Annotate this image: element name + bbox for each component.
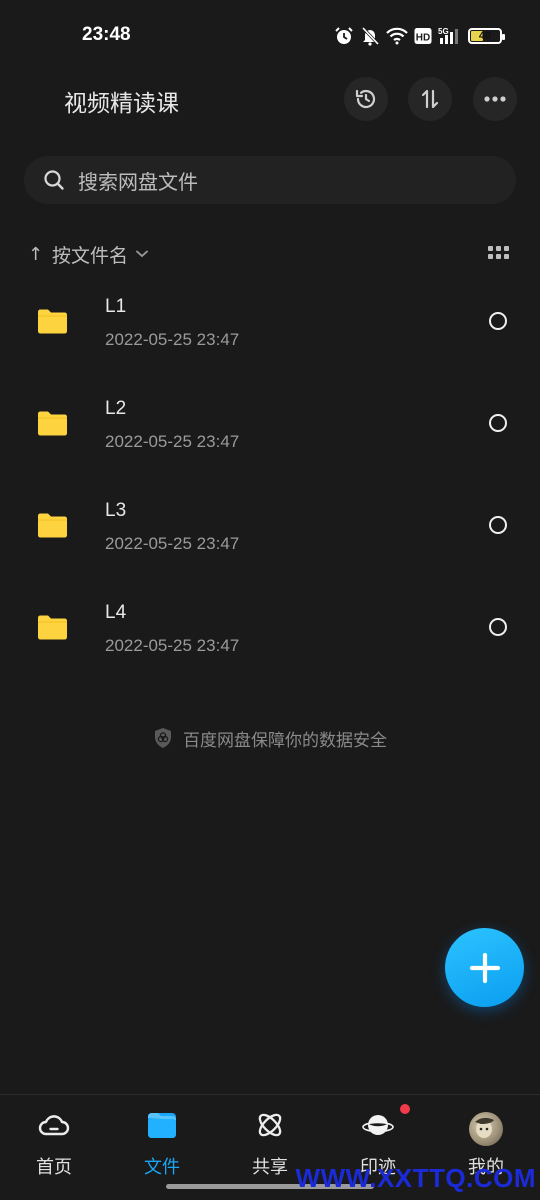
search-input[interactable]: 搜索网盘文件	[24, 156, 516, 204]
avatar	[469, 1112, 503, 1146]
battery-icon: 40	[468, 28, 505, 44]
sort-by-name-button[interactable]: 按文件名	[52, 241, 128, 268]
more-dots-icon	[484, 96, 506, 102]
screen: 23:48 HD 5G 40 视频精读课 搜索网盘文件 ↑ 按文件名 L1 20…	[0, 0, 540, 1200]
list-item[interactable]: L4 2022-05-25 23:47	[0, 588, 540, 690]
header: 视频精读课	[0, 72, 540, 128]
nav-item-home[interactable]: 首页	[0, 1095, 108, 1195]
cloud-home-icon	[38, 1115, 70, 1136]
grid-view-icon[interactable]	[488, 246, 509, 260]
page-title: 视频精读课	[64, 91, 179, 117]
status-time: 23:48	[82, 24, 131, 45]
select-checkbox[interactable]	[489, 618, 507, 636]
more-button[interactable]	[473, 77, 517, 121]
nav-label: 首页	[36, 1157, 72, 1178]
transfer-icon	[421, 89, 439, 109]
search-placeholder: 搜索网盘文件	[78, 169, 198, 194]
hd-badge-icon: HD	[414, 28, 432, 44]
list-item[interactable]: L2 2022-05-25 23:47	[0, 384, 540, 486]
planet-icon	[362, 1115, 394, 1135]
notification-dot	[400, 1104, 410, 1114]
folder-icon	[38, 411, 67, 436]
plus-icon	[469, 952, 500, 983]
shield-icon	[155, 728, 171, 748]
nav-item-files[interactable]: 文件	[108, 1095, 216, 1195]
file-name: L4	[105, 602, 127, 623]
file-name: L2	[105, 398, 127, 419]
file-date: 2022-05-25 23:47	[105, 534, 240, 553]
history-button[interactable]	[344, 77, 388, 121]
list-item[interactable]: L1 2022-05-25 23:47	[0, 282, 540, 384]
security-notice: 百度网盘保障你的数据安全	[0, 724, 540, 752]
select-checkbox[interactable]	[489, 312, 507, 330]
folder-icon	[38, 615, 67, 640]
alarm-icon	[335, 27, 353, 44]
folder-icon	[38, 513, 67, 538]
status-bar: 23:48 HD 5G 40	[0, 0, 540, 72]
watermark: WWW.XXTTQ.COM	[295, 1163, 536, 1193]
atom-share-icon	[258, 1113, 282, 1137]
sort-row: ↑ 按文件名	[28, 238, 512, 270]
file-name: L1	[105, 296, 127, 317]
security-text: 百度网盘保障你的数据安全	[183, 730, 387, 751]
select-checkbox[interactable]	[489, 414, 507, 432]
battery-level: 40	[478, 30, 492, 42]
file-list: L1 2022-05-25 23:47 L2 2022-05-25 23:47 …	[0, 282, 540, 690]
wifi-icon	[386, 27, 408, 45]
signal-icon: 5G	[438, 27, 458, 44]
folder-icon	[148, 1113, 176, 1138]
file-name: L3	[105, 500, 127, 521]
file-date: 2022-05-25 23:47	[105, 432, 240, 451]
select-checkbox[interactable]	[489, 516, 507, 534]
transfer-button[interactable]	[408, 77, 452, 121]
nav-label: 文件	[144, 1157, 180, 1178]
chevron-down-icon[interactable]	[136, 250, 148, 258]
add-button[interactable]	[445, 928, 524, 1007]
folder-icon	[38, 309, 67, 334]
status-icons: HD 5G 40	[334, 24, 505, 48]
svg-text:HD: HD	[416, 33, 430, 44]
history-icon	[355, 89, 376, 109]
search-icon	[44, 170, 64, 190]
file-date: 2022-05-25 23:47	[105, 330, 240, 349]
mute-bell-icon	[361, 26, 380, 46]
sort-direction-icon[interactable]: ↑	[28, 244, 46, 265]
svg-text:5G: 5G	[438, 27, 449, 36]
file-date: 2022-05-25 23:47	[105, 636, 240, 655]
list-item[interactable]: L3 2022-05-25 23:47	[0, 486, 540, 588]
